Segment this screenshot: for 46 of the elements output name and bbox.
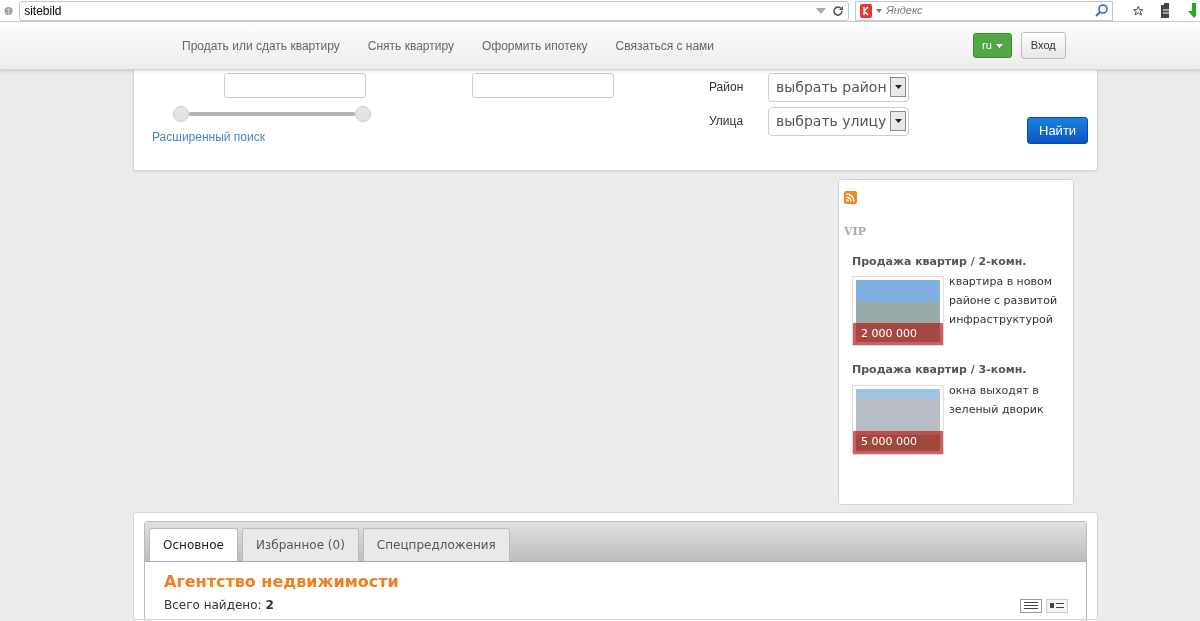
listing-thumbnail[interactable]: 5 000 000 — [852, 384, 944, 455]
listing-title[interactable]: Продажа квартир / 3-комн. — [852, 362, 1068, 379]
listing-description: квартира в новом районе с развитой инфраструктурой — [949, 274, 1059, 328]
search-box[interactable]: Яндекс — [855, 0, 1114, 21]
slider-track[interactable] — [189, 112, 355, 116]
field-label: Улица — [709, 113, 745, 130]
select-value: выбрать улицу — [776, 111, 887, 131]
price-label: 2 000 000 — [853, 322, 943, 345]
select-field[interactable]: выбрать улицу — [768, 106, 909, 136]
address-bar[interactable]: sitebild — [19, 0, 850, 21]
advanced-search-link[interactable]: Расширенный поиск — [152, 128, 265, 146]
caret-icon — [995, 43, 1003, 48]
refresh-icon[interactable] — [832, 4, 845, 17]
download-arrow-icon[interactable] — [1186, 2, 1196, 19]
find-button[interactable]: Найти — [1027, 116, 1089, 144]
grid-view-icon — [1050, 602, 1064, 609]
listing-description: окна выходят в зеленый дворик — [949, 382, 1045, 418]
input-field[interactable] — [472, 73, 614, 98]
login-button[interactable]: Вход — [1020, 32, 1066, 59]
results-count: Всего найдено: 2 — [164, 597, 274, 614]
listing-title[interactable]: Продажа квартир / 2-комн. — [852, 253, 1068, 270]
dropdown-arrow-icon[interactable] — [816, 6, 827, 15]
list-view-icon — [1024, 602, 1038, 609]
nav-link[interactable]: Снять квартиру — [367, 36, 454, 55]
url-text: sitebild — [24, 2, 63, 20]
price-label: 5 000 000 — [853, 431, 943, 454]
search-icon[interactable] — [1095, 4, 1109, 17]
list-view-button[interactable] — [1020, 598, 1042, 613]
range-slider[interactable] — [173, 106, 371, 122]
vip-heading: VIP — [844, 224, 867, 240]
agency-title: Агентство недвижимости — [164, 571, 400, 593]
input-field[interactable] — [224, 73, 366, 98]
tab[interactable]: Спецпредложения — [362, 528, 510, 561]
tab[interactable]: Основное — [149, 528, 238, 561]
tab[interactable]: Избранное (0) — [241, 528, 359, 561]
rss-icon[interactable] — [844, 191, 857, 204]
select-value: выбрать район — [776, 77, 887, 97]
caret-icon[interactable] — [876, 8, 883, 13]
nav-link[interactable]: Оформить ипотеку — [481, 36, 588, 55]
field-label: Район — [709, 79, 745, 96]
clipboard-icon[interactable] — [1159, 2, 1169, 19]
nav-link[interactable]: Продать или сдать квартиру — [182, 36, 340, 55]
grid-view-button[interactable] — [1046, 598, 1068, 613]
listing-thumbnail[interactable]: 2 000 000 — [852, 276, 944, 346]
nav-link[interactable]: Связаться с нами — [615, 36, 715, 55]
select-field[interactable]: выбрать район — [768, 72, 909, 102]
